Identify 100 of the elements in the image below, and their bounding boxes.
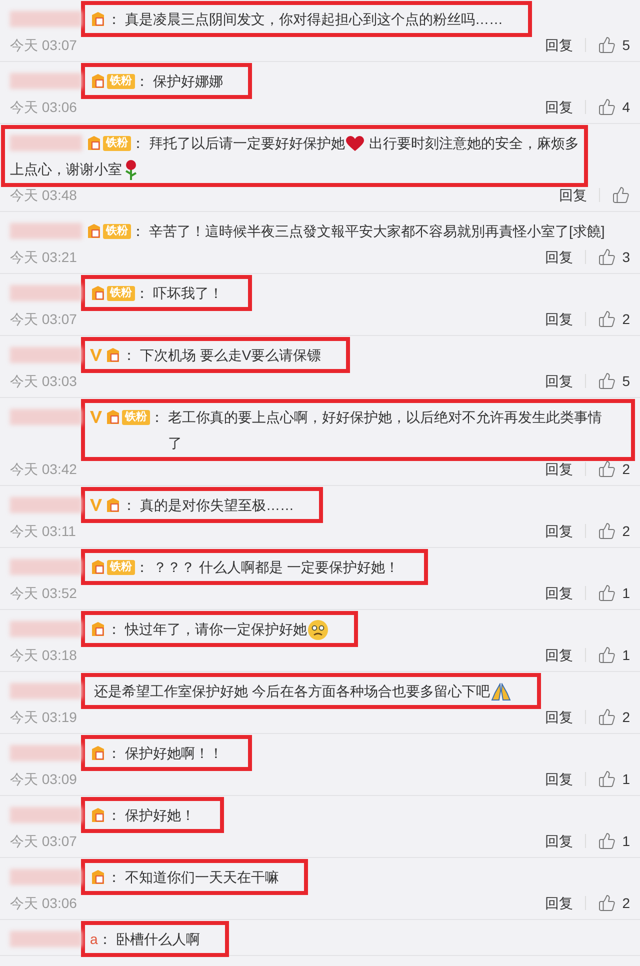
- thumbs-up-icon: [598, 372, 616, 390]
- thumbs-up-icon: [598, 894, 616, 912]
- comment-text: 拜托了以后请一定要好好保护她: [149, 135, 345, 151]
- blurred-username: [10, 73, 82, 89]
- thumbs-up-icon: [598, 832, 616, 850]
- reply-link[interactable]: 回复: [545, 830, 574, 852]
- like-button[interactable]: 1: [598, 768, 630, 790]
- like-button[interactable]: 2: [598, 308, 630, 330]
- blurred-username: [10, 869, 82, 885]
- reply-link[interactable]: 回复: [545, 706, 574, 728]
- like-count: 2: [622, 708, 630, 726]
- sad-face-icon: [308, 620, 328, 640]
- like-count: 3: [622, 248, 630, 266]
- like-button[interactable]: 2: [598, 706, 630, 728]
- reply-link[interactable]: 回复: [545, 34, 574, 56]
- colon: ：: [131, 134, 145, 152]
- comment-time: 今天 03:48: [10, 186, 77, 204]
- colon: ：: [98, 930, 112, 948]
- colon: ：: [107, 806, 121, 824]
- praying-hands-icon: [490, 683, 511, 702]
- heart-icon: [346, 136, 364, 152]
- reply-link[interactable]: 回复: [545, 96, 574, 118]
- thumbs-up-icon: [612, 186, 630, 204]
- comment-text: 保护好她啊！！: [125, 745, 223, 761]
- comment-text: 真的是对你失望至极……: [140, 497, 294, 513]
- thumbs-up-icon: [598, 584, 616, 602]
- thumbs-up-icon: [598, 36, 616, 54]
- comment-text: 不知道你们一天天在干嘛: [125, 869, 279, 885]
- comment-time: 今天 03:21: [10, 248, 77, 266]
- fan-label: 铁粉: [107, 286, 135, 300]
- reply-link[interactable]: 回复: [545, 768, 574, 790]
- blurred-username: [10, 11, 82, 27]
- comment-text: 还是希望工作室保护好她 今后在各方面各种场合也要多留心下吧: [94, 683, 490, 699]
- like-button[interactable]: 2: [598, 892, 630, 914]
- blurred-username: [10, 931, 82, 947]
- thumbs-up-icon: [598, 646, 616, 664]
- like-button[interactable]: 5: [598, 34, 630, 56]
- colon: ：: [150, 408, 164, 426]
- thumbs-up-icon: [598, 310, 616, 328]
- reply-link[interactable]: 回复: [545, 370, 574, 392]
- blurred-username: [10, 683, 82, 699]
- blurred-username: [10, 285, 82, 301]
- like-button[interactable]: 1: [598, 644, 630, 666]
- like-count: 1: [622, 584, 630, 602]
- blurred-username: [10, 347, 82, 363]
- comment-time: 今天 03:07: [10, 832, 77, 850]
- like-button[interactable]: 5: [598, 370, 630, 392]
- colon: ：: [107, 10, 121, 28]
- comment-time: 今天 03:03: [10, 372, 77, 390]
- rose-icon: [123, 160, 139, 180]
- like-button[interactable]: 3: [598, 246, 630, 268]
- comment-time: 今天 03:06: [10, 98, 77, 116]
- comment-text: ？？？ 什么人啊都是 一定要保护好她！: [153, 559, 399, 575]
- comment-text: 出行要时刻注意她的安全，麻烦多: [368, 135, 579, 151]
- comment-time: 今天 03:42: [10, 460, 77, 478]
- fan-label: 铁粉: [103, 136, 131, 150]
- reply-link[interactable]: 回复: [545, 246, 574, 268]
- reply-link[interactable]: 回复: [545, 458, 574, 480]
- thumbs-up-icon: [598, 98, 616, 116]
- comment-time: 今天 03:07: [10, 36, 77, 54]
- fan-label: 铁粉: [107, 74, 135, 88]
- reply-link[interactable]: 回复: [559, 184, 587, 206]
- like-button[interactable]: 2: [598, 458, 630, 480]
- thumbs-up-icon: [598, 708, 616, 726]
- comment-time: 今天 03:11: [10, 522, 76, 540]
- like-button[interactable]: [612, 186, 630, 204]
- comment-time: 今天 03:06: [10, 894, 77, 912]
- colon: ：: [131, 222, 145, 240]
- comment-text: 老工你真的要上点心啊，好好保护她，以后绝对不允许再发生此类事情了: [168, 409, 602, 451]
- colon: ：: [107, 744, 121, 762]
- comment-time: 今天 03:19: [10, 708, 77, 726]
- colon: ：: [107, 620, 121, 638]
- like-button[interactable]: 1: [598, 830, 630, 852]
- reply-link[interactable]: 回复: [545, 308, 574, 330]
- comment-time: 今天 03:09: [10, 770, 77, 788]
- like-button[interactable]: 1: [598, 582, 630, 604]
- reply-link[interactable]: 回复: [545, 892, 574, 914]
- like-count: 2: [622, 522, 630, 540]
- blurred-username: [10, 409, 82, 425]
- like-button[interactable]: 2: [598, 520, 630, 542]
- comment-text: 吓坏我了！: [153, 285, 223, 301]
- comment-text: 下次机场 要么走V要么请保镖: [140, 347, 322, 363]
- like-count: 2: [622, 460, 630, 478]
- username-fragment: a: [90, 930, 98, 948]
- reply-link[interactable]: 回复: [545, 644, 574, 666]
- thumbs-up-icon: [598, 248, 616, 266]
- like-count: 2: [622, 310, 630, 328]
- like-count: 1: [622, 646, 630, 664]
- like-button[interactable]: 4: [598, 96, 630, 118]
- colon: ：: [107, 868, 121, 886]
- colon: ：: [122, 346, 136, 364]
- comment-text: 上点心，谢谢小室: [10, 161, 122, 177]
- comment-text: 保护好她！: [125, 807, 195, 823]
- like-count: 1: [622, 832, 630, 850]
- fan-label: 铁粉: [103, 224, 131, 238]
- like-count: 5: [622, 36, 630, 54]
- reply-link[interactable]: 回复: [545, 520, 574, 542]
- fan-label: 铁粉: [107, 560, 135, 574]
- fan-label: 铁粉: [122, 410, 150, 424]
- reply-link[interactable]: 回复: [545, 582, 574, 604]
